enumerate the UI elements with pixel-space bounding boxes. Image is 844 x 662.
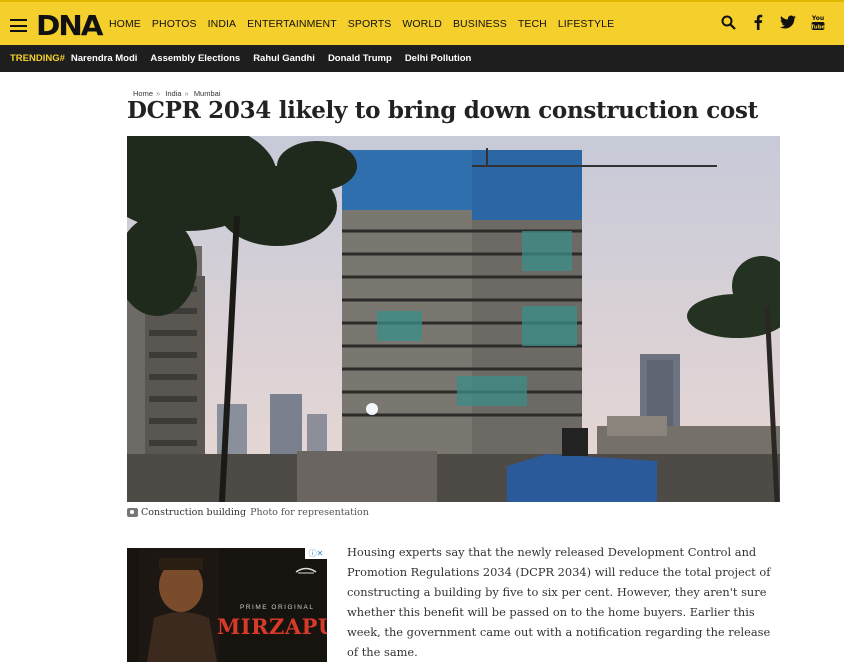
top-navbar: DNA HOME PHOTOS INDIA ENTERTAINMENT SPOR… xyxy=(0,0,844,45)
trending-item[interactable]: Assembly Elections xyxy=(150,53,240,64)
nav-business[interactable]: BUSINESS xyxy=(453,18,507,30)
ad-poster-image xyxy=(139,548,219,662)
nav-india[interactable]: INDIA xyxy=(208,18,237,30)
nav-lifestyle[interactable]: LIFESTYLE xyxy=(558,18,614,30)
advertisement-banner[interactable]: ⓘ✕ PRIME ORIGINAL MIRZAPUR xyxy=(127,548,327,662)
caption-label: Construction building xyxy=(141,507,247,518)
svg-text:Tube: Tube xyxy=(811,24,825,30)
photo-caption: Construction building Photo for represen… xyxy=(127,507,369,518)
caption-text: Photo for representation xyxy=(250,507,369,518)
nav-tech[interactable]: TECH xyxy=(518,18,547,30)
trending-bar: TRENDING# Narendra Modi Assembly Electio… xyxy=(0,45,844,72)
ad-prime-label: PRIME ORIGINAL xyxy=(240,604,315,611)
camera-icon xyxy=(127,508,138,517)
trending-item[interactable]: Narendra Modi xyxy=(71,53,138,64)
trending-label: TRENDING# xyxy=(10,53,65,64)
site-logo[interactable]: DNA xyxy=(36,9,104,42)
nav-entertainment[interactable]: ENTERTAINMENT xyxy=(247,18,337,30)
nav-sports[interactable]: SPORTS xyxy=(348,18,392,30)
trending-item[interactable]: Donald Trump xyxy=(328,53,392,64)
svg-text:You: You xyxy=(811,15,824,22)
nav-world[interactable]: WORLD xyxy=(402,18,442,30)
article-headline: DCPR 2034 likely to bring down construct… xyxy=(127,97,758,124)
hamburger-icon[interactable] xyxy=(10,19,27,32)
trending-item[interactable]: Delhi Pollution xyxy=(405,53,472,64)
trending-item[interactable]: Rahul Gandhi xyxy=(253,53,315,64)
twitter-icon[interactable] xyxy=(780,14,796,30)
youtube-icon[interactable]: You Tube xyxy=(810,14,826,31)
adchoices-icon[interactable]: ⓘ✕ xyxy=(305,548,327,559)
ad-brand-logo xyxy=(295,564,317,576)
facebook-icon[interactable] xyxy=(750,14,766,30)
article-photo xyxy=(127,136,780,502)
social-icons: You Tube xyxy=(720,14,826,30)
nav-home[interactable]: HOME xyxy=(109,18,141,30)
search-icon[interactable] xyxy=(720,14,736,30)
nav-photos[interactable]: PHOTOS xyxy=(152,18,197,30)
article-body: Housing experts say that the newly relea… xyxy=(347,545,771,659)
main-nav: HOME PHOTOS INDIA ENTERTAINMENT SPORTS W… xyxy=(109,18,625,30)
ad-title: MIRZAPUR xyxy=(217,614,327,639)
